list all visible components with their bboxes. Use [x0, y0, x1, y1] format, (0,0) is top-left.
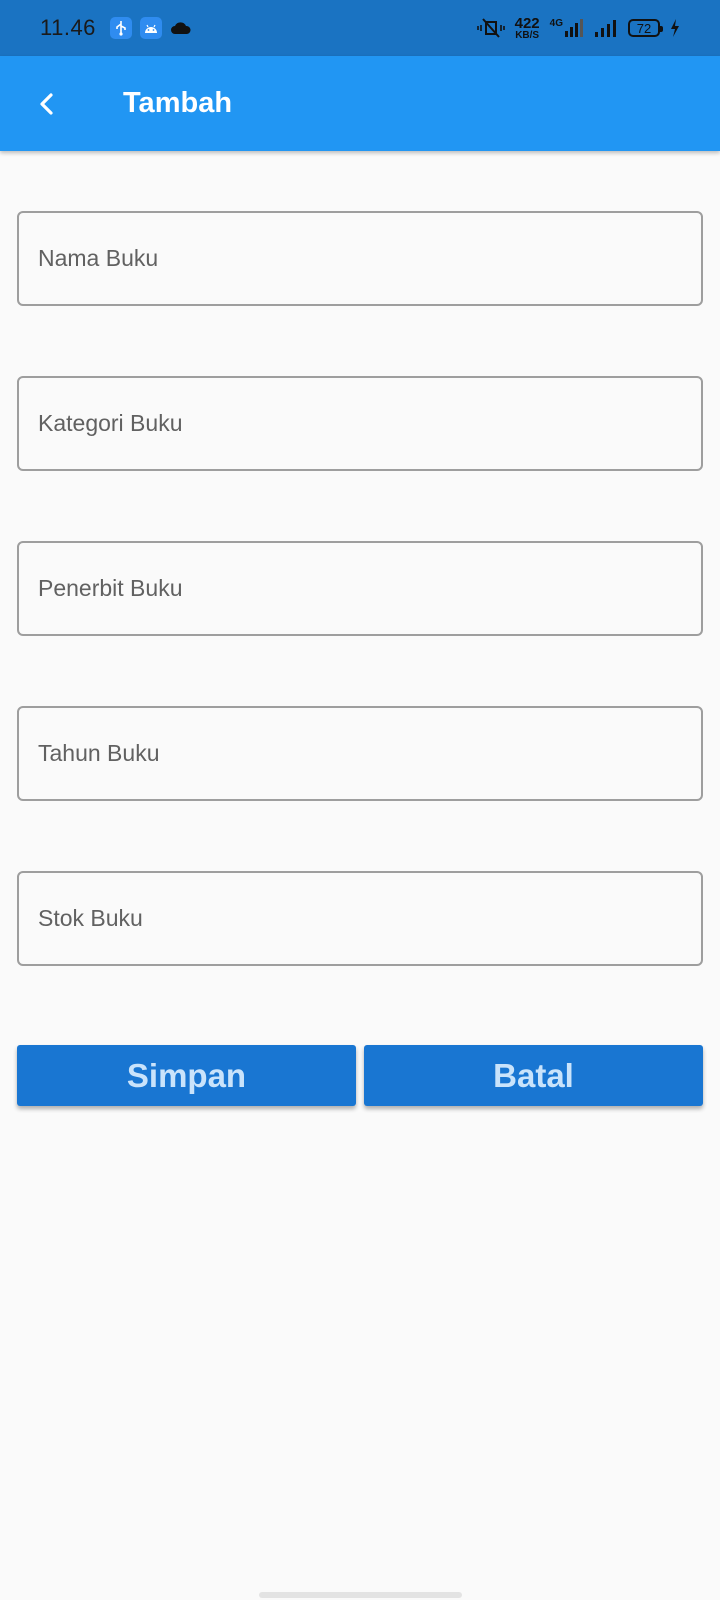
status-bar: 11.46 422 KB/S 4G 72 — [0, 0, 720, 56]
page-title: Tambah — [123, 87, 233, 119]
signal-2-icon — [595, 20, 616, 37]
usb-icon — [109, 17, 132, 39]
book-name-input[interactable] — [38, 213, 701, 304]
battery-level: 72 — [636, 20, 652, 36]
app-bar: Tambah — [0, 56, 720, 151]
battery-icon: 72 — [628, 19, 663, 37]
charging-icon — [671, 19, 679, 37]
book-name-field[interactable] — [17, 211, 703, 306]
book-year-input[interactable] — [38, 708, 701, 799]
book-category-field[interactable] — [17, 376, 703, 471]
save-button[interactable]: Simpan — [17, 1045, 356, 1106]
book-year-field[interactable] — [17, 706, 703, 801]
status-right-icons: 422 KB/S 4G 72 — [476, 16, 680, 41]
status-time: 11.46 — [40, 15, 96, 40]
net-speed-unit: KB/S — [515, 29, 540, 41]
back-button[interactable] — [17, 74, 77, 134]
notification-icons — [109, 17, 192, 39]
book-stock-input[interactable] — [38, 873, 701, 964]
cloud-icon — [170, 22, 191, 34]
book-category-input[interactable] — [38, 378, 701, 469]
network-speed: 422 KB/S — [515, 16, 540, 41]
book-stock-field[interactable] — [17, 871, 703, 966]
network-type: 4G — [549, 18, 563, 29]
add-book-form — [17, 211, 703, 1036]
cancel-button[interactable]: Batal — [364, 1045, 703, 1106]
back-arrow-icon — [40, 92, 53, 115]
book-publisher-input[interactable] — [38, 543, 701, 634]
vibrate-mute-icon — [476, 18, 505, 38]
home-indicator[interactable] — [259, 1592, 462, 1598]
action-buttons: Simpan Batal — [17, 1045, 703, 1106]
mobile-data-icon: 4G — [550, 18, 584, 38]
book-publisher-field[interactable] — [17, 541, 703, 636]
signal-icon — [565, 19, 583, 37]
net-speed-value: 422 — [514, 14, 540, 32]
android-icon — [139, 17, 162, 39]
